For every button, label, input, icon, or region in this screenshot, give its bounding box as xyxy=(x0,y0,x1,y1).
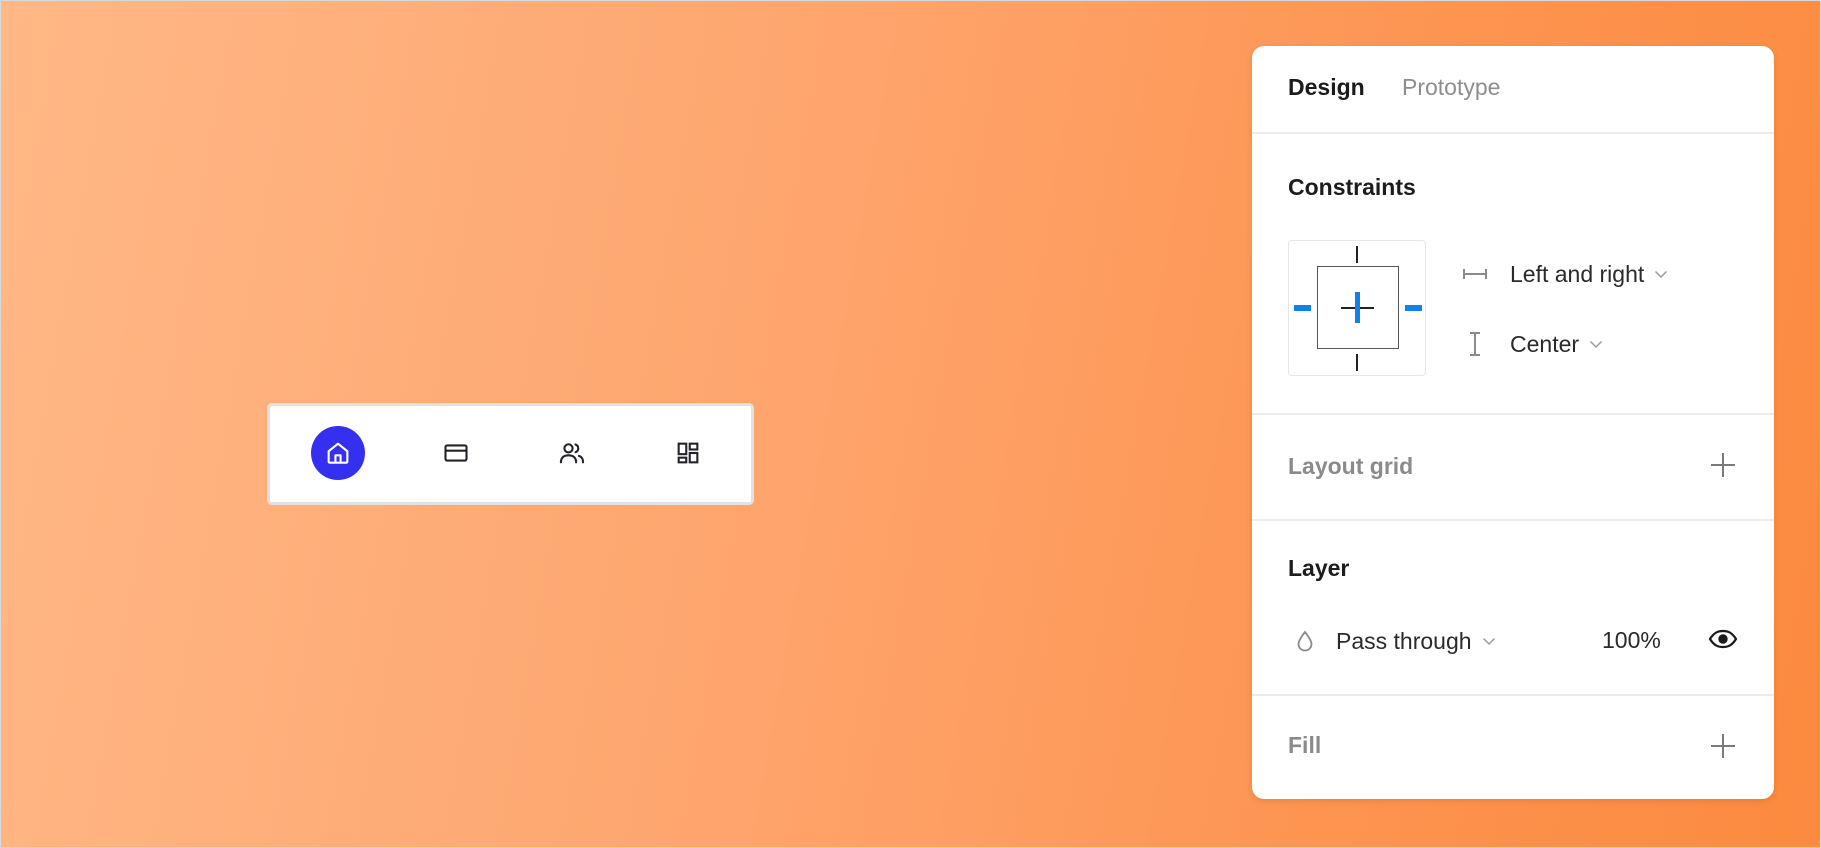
vertical-constraint-value: Center xyxy=(1510,330,1580,357)
canvas[interactable]: Design Prototype Constraints Left and ri… xyxy=(0,0,1821,848)
add-fill-button[interactable] xyxy=(1710,733,1736,759)
vertical-constraint-row: Center xyxy=(1460,326,1603,362)
constraints-title: Constraints xyxy=(1288,174,1416,200)
constraint-top[interactable] xyxy=(1356,246,1358,263)
tab-design[interactable]: Design xyxy=(1288,74,1365,101)
horizontal-constraint-icon xyxy=(1460,267,1490,281)
blend-mode-dropdown[interactable]: Pass through xyxy=(1336,628,1496,655)
vertical-constraint-icon xyxy=(1460,331,1490,357)
tab-prototype[interactable]: Prototype xyxy=(1402,74,1500,101)
grid-icon xyxy=(677,442,699,464)
drop-icon xyxy=(1294,630,1316,652)
layout-grid-section: Layout grid xyxy=(1252,415,1774,521)
plus-icon xyxy=(1711,734,1735,758)
constraint-widget[interactable] xyxy=(1288,240,1426,376)
home-icon xyxy=(327,442,349,464)
fill-title: Fill xyxy=(1288,732,1322,758)
fill-section: Fill xyxy=(1252,696,1774,799)
horizontal-constraint-dropdown[interactable]: Left and right xyxy=(1510,261,1668,288)
eye-icon xyxy=(1708,629,1738,649)
chevron-down-icon xyxy=(1482,637,1496,646)
layout-grid-title: Layout grid xyxy=(1288,453,1414,479)
plus-icon xyxy=(1711,453,1735,477)
opacity-input[interactable]: 100% xyxy=(1602,627,1661,654)
nav-item-users[interactable] xyxy=(545,426,599,480)
nav-item-dashboard[interactable] xyxy=(661,426,715,480)
properties-panel: Design Prototype Constraints Left and ri… xyxy=(1252,46,1774,799)
vertical-constraint-dropdown[interactable]: Center xyxy=(1510,331,1603,358)
constraint-right[interactable] xyxy=(1405,305,1422,311)
blend-mode-row: Pass through xyxy=(1294,623,1496,659)
layer-section: Layer Pass through 100% xyxy=(1252,521,1774,696)
constraint-left[interactable] xyxy=(1294,305,1311,311)
constraints-section: Constraints Left and right Center xyxy=(1252,134,1774,415)
credit-card-icon xyxy=(444,444,468,462)
constraint-bottom[interactable] xyxy=(1356,354,1358,371)
blend-mode-value: Pass through xyxy=(1336,627,1472,654)
panel-tabs: Design Prototype xyxy=(1252,46,1774,134)
visibility-toggle[interactable] xyxy=(1708,629,1738,649)
constraint-center-vertical[interactable] xyxy=(1355,292,1360,323)
chevron-down-icon xyxy=(1654,270,1668,279)
chevron-down-icon xyxy=(1589,340,1603,349)
horizontal-constraint-row: Left and right xyxy=(1460,256,1668,292)
nav-item-cards[interactable] xyxy=(429,426,483,480)
users-icon xyxy=(559,443,585,464)
layer-title: Layer xyxy=(1288,555,1350,581)
horizontal-constraint-value: Left and right xyxy=(1510,260,1645,287)
add-layout-grid-button[interactable] xyxy=(1710,452,1736,478)
bottom-nav-bar xyxy=(267,403,754,505)
nav-item-home[interactable] xyxy=(311,426,365,480)
